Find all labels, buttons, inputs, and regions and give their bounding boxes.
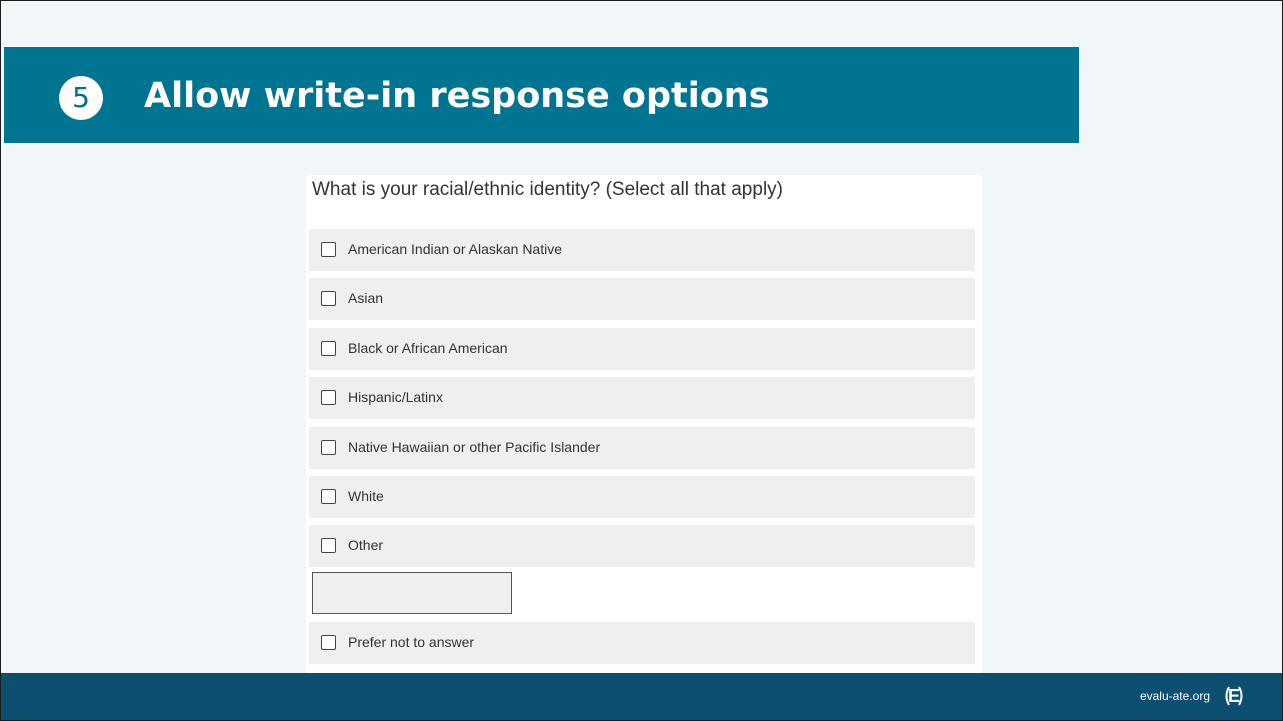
logo-letter: E	[1227, 686, 1240, 706]
option-label: Black or African American	[348, 340, 508, 356]
checkbox[interactable]	[321, 390, 336, 405]
footer-site-link[interactable]: evalu-ate.org	[1140, 689, 1210, 703]
option-label: Asian	[348, 290, 384, 306]
option-label: Native Hawaiian or other Pacific Islande…	[348, 439, 601, 455]
option-american-indian[interactable]: American Indian or Alaskan Native	[309, 229, 975, 271]
option-label: Hispanic/Latinx	[348, 389, 443, 405]
option-native-hawaiian[interactable]: Native Hawaiian or other Pacific Islande…	[309, 427, 975, 469]
slide-title: Allow write-in response options	[144, 76, 770, 116]
survey-question-form: What is your racial/ethnic identity? (Se…	[306, 175, 982, 673]
option-prefer-not-to-answer[interactable]: Prefer not to answer	[309, 622, 975, 664]
option-label: American Indian or Alaskan Native	[348, 241, 562, 257]
checkbox[interactable]	[321, 341, 336, 356]
title-bar: 5 Allow write-in response options	[4, 47, 1079, 143]
footer-bar: evalu-ate.org E	[1, 673, 1282, 720]
option-other[interactable]: Other	[309, 525, 975, 567]
option-label: Other	[348, 537, 384, 553]
step-number-badge: 5	[59, 76, 103, 120]
option-black[interactable]: Black or African American	[309, 328, 975, 370]
option-label: White	[348, 488, 384, 504]
evaluate-logo-icon: E	[1220, 682, 1248, 710]
slide: 5 Allow write-in response options What i…	[0, 0, 1283, 721]
option-hispanic[interactable]: Hispanic/Latinx	[309, 377, 975, 419]
checkbox[interactable]	[321, 242, 336, 257]
option-white[interactable]: White	[309, 476, 975, 518]
option-asian[interactable]: Asian	[309, 278, 975, 320]
checkbox[interactable]	[321, 635, 336, 650]
option-label: Prefer not to answer	[348, 634, 475, 650]
checkbox[interactable]	[321, 489, 336, 504]
checkbox[interactable]	[321, 538, 336, 553]
question-text: What is your racial/ethnic identity? (Se…	[312, 179, 783, 200]
other-write-in-field[interactable]	[312, 572, 512, 614]
checkbox[interactable]	[321, 291, 336, 306]
checkbox[interactable]	[321, 440, 336, 455]
